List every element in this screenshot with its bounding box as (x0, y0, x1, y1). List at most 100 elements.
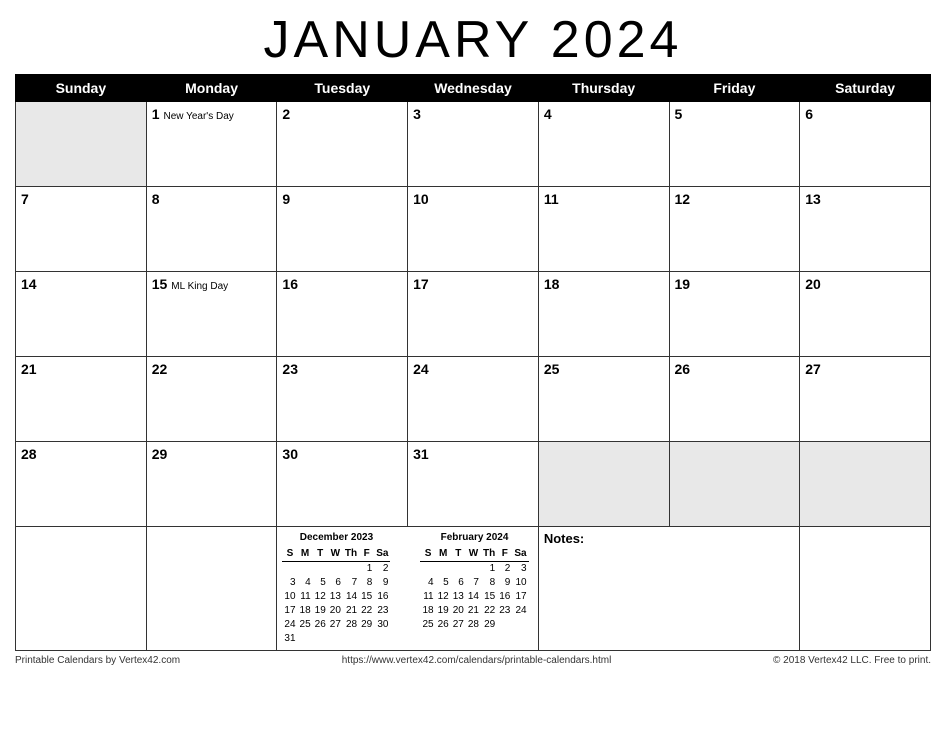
calendar-day-cell: 25 (538, 357, 669, 442)
mini-cal-day: 14 (343, 590, 359, 604)
mini-cal-day: 16 (497, 590, 512, 604)
mini-cal-day: 12 (436, 590, 451, 604)
calendar-table: SundayMondayTuesdayWednesdayThursdayFrid… (15, 74, 931, 651)
mini-cal-title: February 2024 (420, 531, 528, 545)
mini-cal-day: 25 (420, 618, 435, 632)
calendar-day-cell: 22 (146, 357, 277, 442)
calendar-day-cell: 24 (408, 357, 539, 442)
mini-cal-day: 20 (328, 604, 343, 618)
mini-cal-day: 4 (420, 576, 435, 590)
mini-cals-container: December 2023SMTWThFSa123456789101112131… (282, 531, 532, 646)
mini-cal-day (436, 562, 451, 577)
mini-cal-day: 28 (343, 618, 359, 632)
bottom-sat-cell (800, 527, 931, 651)
calendar-week-row: 21222324252627 (16, 357, 931, 442)
weekday-header: Saturday (800, 75, 931, 102)
mini-cal-header: Sa (512, 547, 528, 562)
mini-cal-header: T (313, 547, 328, 562)
calendar-week-row: 1415ML King Day1617181920 (16, 272, 931, 357)
day-number: 22 (152, 361, 168, 377)
mini-cal-day: 23 (497, 604, 512, 618)
mini-cal-day: 6 (328, 576, 343, 590)
calendar-day-cell: 29 (146, 442, 277, 527)
day-number: 29 (152, 446, 168, 462)
calendar-day-cell: 21 (16, 357, 147, 442)
mini-cal-day (313, 632, 328, 646)
day-number: 31 (413, 446, 429, 462)
calendar-day-cell (16, 102, 147, 187)
mini-cal-day: 15 (481, 590, 497, 604)
mini-cal-day: 2 (374, 562, 390, 577)
day-number: 17 (413, 276, 429, 292)
day-number: 18 (544, 276, 560, 292)
day-number: 28 (21, 446, 37, 462)
calendar-day-cell: 23 (277, 357, 408, 442)
mini-cal-day (512, 618, 528, 632)
mini-cal-day: 9 (497, 576, 512, 590)
mini-cal-day (298, 632, 313, 646)
calendar-day-cell (800, 442, 931, 527)
calendar-day-cell: 31 (408, 442, 539, 527)
mini-cal-day: 2 (497, 562, 512, 577)
mini-cal-day (451, 562, 466, 577)
mini-cal-day: 24 (512, 604, 528, 618)
day-number: 16 (282, 276, 298, 292)
calendar-day-cell: 2 (277, 102, 408, 187)
mini-cal-day: 22 (481, 604, 497, 618)
day-number: 7 (21, 191, 29, 207)
footer-left: Printable Calendars by Vertex42.com (15, 655, 180, 666)
calendar-day-cell: 6 (800, 102, 931, 187)
bottom-empty-cell (16, 527, 147, 651)
day-number: 8 (152, 191, 160, 207)
day-number: 25 (544, 361, 560, 377)
calendar-day-cell: 26 (669, 357, 800, 442)
holiday-label: New Year's Day (164, 111, 234, 122)
mini-cal-day: 15 (359, 590, 374, 604)
mini-cal-day: 17 (282, 604, 297, 618)
mini-cal-day: 29 (359, 618, 374, 632)
day-number: 3 (413, 106, 421, 122)
mini-cal-header: S (420, 547, 435, 562)
mini-cal-day: 11 (298, 590, 313, 604)
mini-cal-day: 8 (359, 576, 374, 590)
day-number: 30 (282, 446, 298, 462)
mini-cal-day (497, 618, 512, 632)
mini-cal-day (359, 632, 374, 646)
mini-cal-day: 30 (374, 618, 390, 632)
mini-cal-day: 16 (374, 590, 390, 604)
mini-cal-day (298, 562, 313, 577)
calendar-week-row: 78910111213 (16, 187, 931, 272)
mini-cal-day: 19 (436, 604, 451, 618)
footer: Printable Calendars by Vertex42.com http… (15, 655, 931, 666)
day-number: 13 (805, 191, 821, 207)
holiday-label: ML King Day (171, 281, 228, 292)
calendar-day-cell: 3 (408, 102, 539, 187)
weekday-header: Monday (146, 75, 277, 102)
mini-cal-day: 27 (451, 618, 466, 632)
mini-cal-header: T (451, 547, 466, 562)
mini-calendar: December 2023SMTWThFSa123456789101112131… (282, 531, 390, 646)
footer-right: © 2018 Vertex42 LLC. Free to print. (773, 655, 931, 666)
mini-cal-day: 22 (359, 604, 374, 618)
day-number: 6 (805, 106, 813, 122)
mini-cal-day: 7 (343, 576, 359, 590)
mini-cal-day: 5 (436, 576, 451, 590)
day-number: 21 (21, 361, 37, 377)
day-number: 20 (805, 276, 821, 292)
calendar-day-cell: 18 (538, 272, 669, 357)
calendar-day-cell: 12 (669, 187, 800, 272)
calendar-day-cell: 16 (277, 272, 408, 357)
mini-cal-day: 5 (313, 576, 328, 590)
mini-cal-day: 26 (436, 618, 451, 632)
day-number: 26 (675, 361, 691, 377)
calendar-day-cell (538, 442, 669, 527)
calendar-day-cell (669, 442, 800, 527)
mini-calendar: February 2024SMTWThFSa123456789101112131… (420, 531, 528, 646)
mini-cal-header: F (359, 547, 374, 562)
calendar-day-cell: 20 (800, 272, 931, 357)
mini-cal-day: 27 (328, 618, 343, 632)
calendar-week-row: 1New Year's Day23456 (16, 102, 931, 187)
mini-cal-header: Th (343, 547, 359, 562)
mini-cal-header: Th (481, 547, 497, 562)
day-number: 1 (152, 106, 160, 122)
